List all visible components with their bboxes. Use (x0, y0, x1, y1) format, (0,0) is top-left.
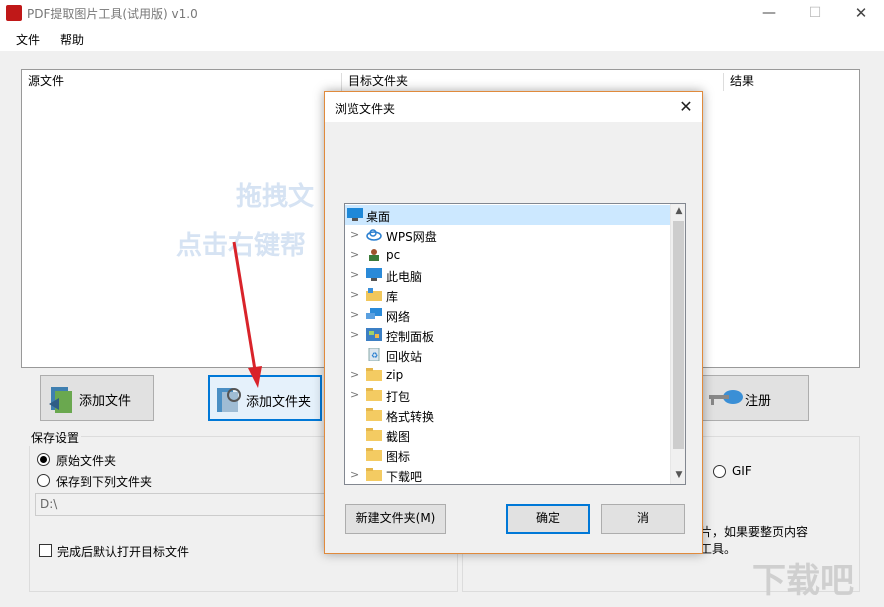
folder-icon (366, 428, 382, 441)
scroll-thumb[interactable] (673, 221, 684, 449)
chevron-right-icon[interactable]: > (350, 288, 359, 301)
minimize-button[interactable]: — (746, 0, 792, 27)
add-folder-icon (217, 388, 241, 412)
ok-button[interactable]: 确定 (506, 504, 590, 534)
tree-item-desktop[interactable]: 桌面 (345, 205, 670, 225)
chevron-right-icon[interactable]: > (350, 248, 359, 261)
add-folder-label: 添加文件夹 (246, 395, 312, 410)
tree-item-network[interactable]: > 网络 (345, 305, 670, 325)
chevron-right-icon[interactable]: > (350, 368, 359, 381)
format-gif-label: GIF (732, 464, 752, 478)
folder-tree[interactable]: 桌面 > WPS网盘 > pc > 此电脑 > 库 > 网络 > 控制面板 ♻ … (344, 203, 686, 485)
tree-item-icons[interactable]: 图标 (345, 445, 670, 465)
option-custom-folder-label: 保存到下列文件夹 (56, 475, 153, 489)
tree-item-wps-cloud[interactable]: > WPS网盘 (345, 225, 670, 245)
tree-item-recycle-bin[interactable]: ♻ 回收站 (345, 345, 670, 365)
register-button[interactable]: 注册 (694, 375, 809, 421)
window-title: PDF提取图片工具(试用版) v1.0 (27, 7, 198, 21)
add-file-icon (49, 387, 72, 413)
radio-custom-folder[interactable] (37, 474, 50, 487)
column-header-target-folder[interactable]: 目标文件夹 (342, 73, 724, 91)
register-label: 注册 (745, 394, 772, 409)
chevron-right-icon[interactable]: > (350, 468, 359, 481)
cloud-icon (366, 229, 382, 241)
tree-item-control-panel[interactable]: > 控制面板 (345, 325, 670, 345)
user-icon (369, 249, 379, 261)
dialog-title: 浏览文件夹 (335, 102, 396, 116)
close-button[interactable]: ✕ (838, 0, 884, 27)
note-text-line2: 工具。 (700, 542, 737, 556)
svg-text:♻: ♻ (371, 351, 378, 360)
computer-icon (366, 268, 382, 281)
chevron-right-icon[interactable]: > (350, 328, 359, 341)
key-icon (709, 390, 743, 405)
radio-gif[interactable] (713, 465, 726, 478)
folder-icon (366, 408, 382, 421)
right-click-hint-text: 点击右键帮 (176, 231, 307, 261)
save-settings-title: 保存设置 (29, 429, 82, 446)
tree-item-pack[interactable]: > 打包 (345, 385, 670, 405)
chevron-right-icon[interactable]: > (350, 388, 359, 401)
add-folder-button[interactable]: 添加文件夹 (208, 375, 322, 421)
desktop-icon (347, 208, 363, 221)
tree-item-pc[interactable]: > pc (345, 245, 670, 265)
tree-item-zip[interactable]: > zip (345, 365, 670, 385)
folder-icon (366, 448, 382, 461)
tree-item-screenshots[interactable]: 截图 (345, 425, 670, 445)
scroll-down-icon[interactable]: ▼ (671, 470, 685, 480)
radio-original-folder[interactable] (37, 453, 50, 466)
chevron-right-icon[interactable]: > (350, 268, 359, 281)
note-text-line1: 片，如果要整页内容 (700, 525, 809, 539)
column-header-source[interactable]: 源文件 (22, 73, 342, 91)
cancel-button[interactable]: 消 (601, 504, 685, 534)
option-original-folder-label: 原始文件夹 (56, 454, 117, 468)
chevron-right-icon[interactable]: > (350, 308, 359, 321)
add-file-button[interactable]: 添加文件 (40, 375, 154, 421)
chevron-right-icon[interactable]: > (350, 228, 359, 241)
output-path-input[interactable]: D:\ (35, 493, 325, 516)
watermark-logo: 下载吧 (752, 561, 854, 601)
library-icon (366, 288, 382, 301)
drag-hint-text: 拖拽文 (236, 182, 315, 212)
column-header-result[interactable]: 结果 (724, 73, 844, 91)
open-after-label: 完成后默认打开目标文件 (57, 545, 190, 559)
folder-icon (366, 388, 382, 401)
app-icon (6, 5, 22, 21)
network-icon (366, 308, 382, 319)
maximize-button[interactable]: ☐ (792, 0, 838, 27)
scroll-up-icon[interactable]: ▲ (671, 206, 685, 216)
control-panel-icon (366, 328, 382, 341)
dialog-close-button[interactable]: ✕ (671, 95, 701, 119)
menu-file[interactable]: 文件 (16, 31, 40, 48)
tree-scrollbar[interactable]: ▲ ▼ (670, 204, 685, 484)
add-file-label: 添加文件 (79, 394, 132, 409)
browse-folder-dialog: 浏览文件夹 ✕ 桌面 > WPS网盘 > pc > 此电脑 > 库 > 网络 >… (324, 91, 703, 554)
tree-item-library[interactable]: > 库 (345, 285, 670, 305)
open-after-checkbox[interactable] (39, 544, 52, 557)
recycle-bin-icon: ♻ (368, 348, 380, 361)
tree-item-format-convert[interactable]: 格式转换 (345, 405, 670, 425)
folder-icon (366, 468, 382, 481)
tree-item-downloads[interactable]: > 下载吧 (345, 465, 670, 484)
folder-icon (366, 368, 382, 381)
tree-item-this-pc[interactable]: > 此电脑 (345, 265, 670, 285)
menu-help[interactable]: 帮助 (60, 31, 84, 48)
menu-bar (0, 27, 884, 51)
new-folder-button[interactable]: 新建文件夹(M) (345, 504, 446, 534)
